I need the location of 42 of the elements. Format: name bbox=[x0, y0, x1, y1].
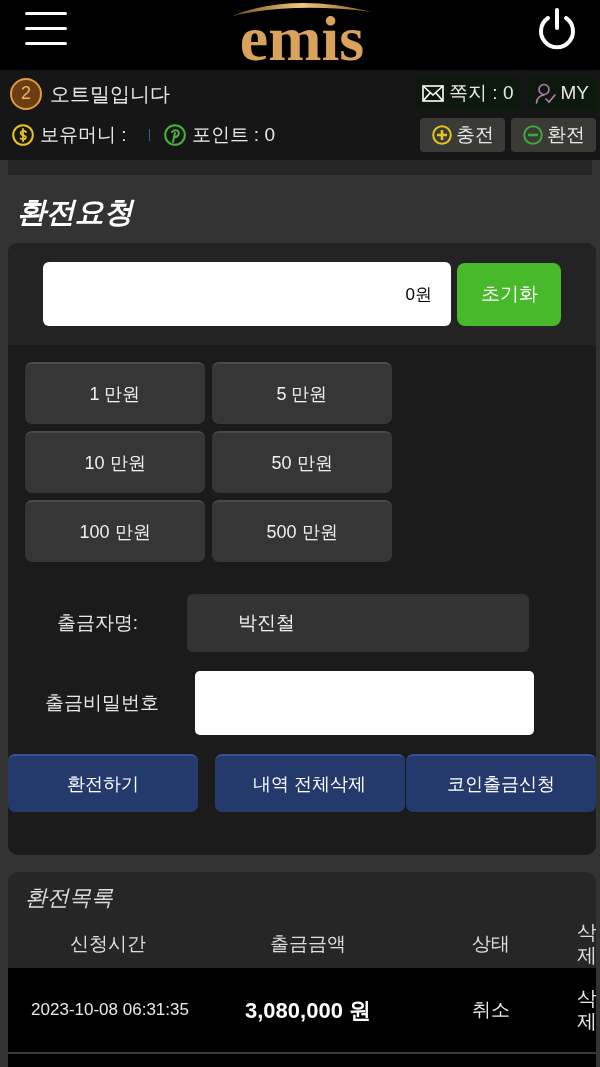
my-button[interactable]: MY bbox=[527, 77, 596, 110]
minus-circle-icon bbox=[522, 125, 543, 145]
column-header: 출금금액 bbox=[270, 931, 346, 956]
table-cell-text: 2023-10-08 06:31:35 bbox=[31, 999, 189, 1022]
amount-button[interactable]: 500 만원 bbox=[212, 500, 392, 562]
logo-text: emis bbox=[239, 16, 365, 62]
circle-p-icon bbox=[163, 124, 186, 146]
field-label: 출금비밀번호 bbox=[43, 690, 160, 715]
delete-link[interactable]: 삭제 bbox=[577, 987, 596, 1033]
table-cell-text: 3,080,000 원 bbox=[245, 996, 371, 1025]
list-title: 환전목록 bbox=[25, 883, 113, 912]
amount-button[interactable]: 1 만원 bbox=[25, 362, 205, 424]
money-label: 보유머니 : bbox=[40, 122, 127, 147]
envelope-icon bbox=[422, 85, 445, 102]
action-button[interactable]: 코인출금신청 bbox=[406, 754, 596, 812]
menu-icon[interactable] bbox=[25, 12, 67, 45]
message-button[interactable]: 쪽지 : 0 bbox=[415, 77, 521, 110]
amount-field[interactable]: 0원 bbox=[43, 262, 451, 326]
action-button[interactable]: 환전하기 bbox=[8, 754, 198, 812]
level-badge: 2 bbox=[10, 77, 42, 110]
column-header: 상태 bbox=[471, 931, 510, 956]
column-header: 신청시간 bbox=[70, 931, 146, 956]
amount-button[interactable]: 50 만원 bbox=[212, 431, 392, 493]
column-header: 삭제 bbox=[577, 921, 596, 967]
nickname: 오트밀입니다 bbox=[50, 81, 170, 107]
exchange-button[interactable]: 환전 bbox=[511, 118, 596, 152]
amount-button[interactable]: 100 만원 bbox=[25, 500, 205, 562]
name-field[interactable]: 박진철 bbox=[187, 594, 529, 652]
dollar-coin-icon bbox=[12, 124, 34, 146]
action-button[interactable]: 내역 전체삭제 bbox=[215, 754, 405, 812]
swoosh-icon bbox=[232, 0, 372, 16]
password-field[interactable] bbox=[195, 671, 534, 735]
plus-circle-icon bbox=[431, 125, 452, 145]
points-label: 포인트 : 0 bbox=[191, 122, 275, 147]
power-icon[interactable] bbox=[537, 8, 577, 50]
field-label: 출금자명: bbox=[55, 610, 140, 635]
charge-button[interactable]: 충전 bbox=[420, 118, 505, 152]
amount-button[interactable]: 10 만원 bbox=[25, 431, 205, 493]
table-cell-text: 취소 bbox=[471, 997, 510, 1022]
amount-button[interactable]: 5 만원 bbox=[212, 362, 392, 424]
user-check-icon bbox=[534, 83, 556, 104]
page-title: 환전요청 bbox=[17, 195, 133, 230]
